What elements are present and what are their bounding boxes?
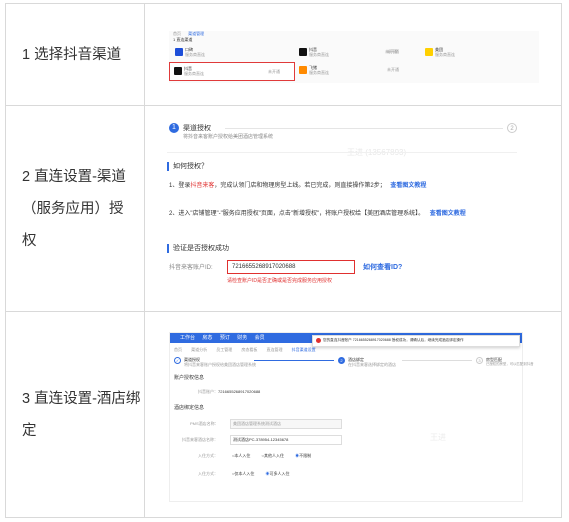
step-label: 3 直连设置-酒店绑定 (22, 390, 141, 439)
id-error-hint: 请检查账户ID是否正确或是否完成服务应用授权 (227, 278, 333, 284)
channel-card[interactable]: 抖音 服务商直连 未开通 (297, 45, 417, 59)
channel-page: 首页 渠道管理 1 直连渠道 口碑 服务商直连 抖音 服务商直连 未开通 未开通… (169, 31, 539, 83)
tutorial-link-1[interactable]: 查看图文教程 (390, 183, 426, 189)
screenshot-channel-select: 首页 渠道管理 1 直连渠道 口碑 服务商直连 抖音 服务商直连 未开通 未开通… (145, 4, 561, 105)
screenshot-cell: 工作台 房态 预订 财务 会员 您的直连抖音账户 721665526891702… (144, 311, 562, 518)
binding-page: 工作台 房态 预订 财务 会员 您的直连抖音账户 721665526891702… (169, 332, 533, 502)
step-line (402, 360, 472, 361)
douyin-logo-icon (174, 67, 182, 75)
enter-options[interactable]: ○本人入住 ○其他人入住 ◉不限制 (232, 453, 311, 458)
douyin-channel-card-selected[interactable]: 抖音 服务商直连 未开通 (169, 62, 295, 81)
table-row: 3 直连设置-酒店绑定 工作台 房态 预订 财务 会员 您的直连抖音账户 721… (5, 311, 562, 518)
verify-title: 验证是否授权成功 (173, 245, 229, 252)
step-line (254, 360, 334, 361)
screenshot-cell: 1 渠道授权 将抖音来客账户授权给美团酒店管理系统 2 王进 (13567893… (144, 105, 562, 312)
section-marker (167, 162, 169, 171)
alert-icon (316, 338, 321, 343)
divider (167, 152, 517, 153)
auth-page: 1 渠道授权 将抖音来客账户授权给美团酒店管理系统 2 王进 (13567893… (167, 114, 535, 304)
douyin-laike-link[interactable]: 抖音来客 (190, 183, 214, 189)
account-id-input[interactable]: 7216655268917020688 (227, 260, 355, 274)
watermark: 王进 (430, 433, 446, 442)
channel-card[interactable]: 飞猪 服务商直连 未开通 (297, 63, 417, 77)
steps-table: 1 选择抖音渠道 首页 渠道管理 1 直连渠道 口碑 服务商直连 抖音 服务商直… (5, 3, 562, 518)
leave-options[interactable]: ○仅本人入住 ◉可多人入住 (232, 471, 290, 476)
screenshot-authorization: 1 渠道授权 将抖音来客账户授权给美团酒店管理系统 2 王进 (13567893… (145, 106, 561, 311)
pms-hotel-field[interactable]: 美团酒店管理系统测试酒店 (230, 419, 342, 429)
tab-channel[interactable]: 渠道管理 (188, 31, 204, 36)
step-cell: 2 直连设置-渠道（服务应用）授权 (5, 105, 145, 312)
step-done-icon: ✓ (174, 357, 181, 364)
id-label: 抖音来客账户ID: (169, 265, 213, 271)
instruction-1: 1、登录抖音来客，完成认领门店和物理房型上线。若已完成，则直接操作第2步； 查看… (169, 183, 427, 189)
koubei-logo-icon (175, 48, 183, 56)
tutorial-link-2[interactable]: 查看图文教程 (430, 211, 466, 217)
instruction-2: 2、进入"店铺管理"-"服务应用授权"页面，点击"新增授权"，将账户授权给【美团… (169, 211, 466, 217)
step-number-1: 1 (169, 123, 179, 133)
step-label: 1 选择抖音渠道 (22, 46, 122, 63)
watermark: 王进 (13567893) (347, 148, 406, 158)
success-alert: 您的直连抖音账户 7216655268917020688 授权成功，请确认后，继… (312, 335, 520, 347)
how-title: 如何授权？ (173, 163, 208, 170)
step-cell: 1 选择抖音渠道 (5, 3, 145, 106)
douyin-hotel-select[interactable]: 测试酒店PC-378954-12345678 (230, 435, 342, 445)
douyin-logo-icon (299, 48, 307, 56)
screenshot-hotel-binding: 工作台 房态 预订 财务 会员 您的直连抖音账户 721665526891702… (145, 312, 561, 517)
step-cell: 3 直连设置-酒店绑定 (5, 311, 145, 518)
tab-home[interactable]: 首页 (173, 31, 181, 36)
step-number-2: 2 (507, 123, 517, 133)
step-title: 渠道授权 (183, 125, 211, 132)
channel-heading: 1 直连渠道 (173, 37, 193, 42)
step-number-2: 2 (338, 357, 345, 364)
section-marker (167, 244, 169, 253)
step-divider (225, 128, 503, 129)
bind-title: 酒店绑定信息 (174, 405, 205, 411)
table-row: 1 选择抖音渠道 首页 渠道管理 1 直连渠道 口碑 服务商直连 抖音 服务商直… (5, 3, 562, 106)
find-id-link[interactable]: 如何查看ID? (363, 263, 402, 272)
fliggy-logo-icon (299, 66, 307, 74)
step-label: 2 直连设置-渠道（服务应用）授权 (22, 168, 126, 249)
page-tabs[interactable]: 首页 渠道分析 员工管理 房态看板 直连管理 抖音渠道设置 (174, 347, 316, 352)
step-number-3: 3 (476, 357, 483, 364)
nav-items[interactable]: 工作台 房态 预订 财务 会员 (180, 335, 265, 342)
table-row: 2 直连设置-渠道（服务应用）授权 1 渠道授权 将抖音来客账户授权给美团酒店管… (5, 105, 562, 312)
screenshot-cell: 首页 渠道管理 1 直连渠道 口碑 服务商直连 抖音 服务商直连 未开通 未开通… (144, 3, 562, 106)
channel-card[interactable]: 口碑 服务商直连 (173, 45, 293, 59)
account-title: 账户授权信息 (174, 375, 205, 381)
step-subtitle: 将抖音来客账户授权给美团酒店管理系统 (183, 134, 274, 140)
channel-card[interactable]: 未开通 美团 服务商直连 (385, 45, 537, 59)
meituan-logo-icon (425, 48, 433, 56)
